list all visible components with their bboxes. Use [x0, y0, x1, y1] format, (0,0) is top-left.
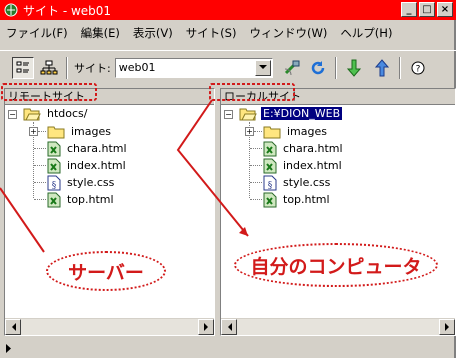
- help-button[interactable]: ?: [407, 57, 429, 79]
- expand-toggle[interactable]: +: [245, 127, 254, 136]
- get-button[interactable]: [343, 57, 365, 79]
- site-window: サイト - web01 _ □ × ファイル(F) 編集(E) 表示(V) サイ…: [0, 0, 456, 358]
- status-bar: [0, 338, 456, 358]
- tree-folder[interactable]: images: [263, 123, 329, 140]
- site-map-button[interactable]: [38, 57, 60, 79]
- tree-item-label: style.css: [283, 176, 331, 189]
- local-site-pane[interactable]: ローカルサイト − E:¥DION_WEB + images chara.htm…: [220, 88, 456, 336]
- tree-folder[interactable]: images: [47, 123, 113, 140]
- tree-file[interactable]: § style.css: [263, 174, 332, 191]
- local-root-label: E:¥DION_WEB: [261, 107, 343, 120]
- arrow-right-icon: [444, 323, 449, 331]
- refresh-icon: [311, 60, 324, 74]
- toolbar: サイト: web01 ?: [0, 50, 456, 84]
- site-map-icon: [40, 60, 58, 74]
- html-file-icon: [47, 158, 61, 173]
- tree-file[interactable]: index.html: [263, 157, 344, 174]
- tree-file[interactable]: top.html: [263, 191, 332, 208]
- title-bar[interactable]: サイト - web01 _ □ ×: [0, 0, 456, 20]
- css-file-icon: §: [263, 175, 277, 191]
- html-file-icon: [47, 141, 61, 156]
- tree-item-label: style.css: [67, 176, 115, 189]
- tree-item-label: top.html: [67, 193, 114, 206]
- maximize-button[interactable]: □: [419, 2, 435, 17]
- window-title: サイト - web01: [23, 3, 112, 18]
- menu-view[interactable]: 表示(V): [133, 25, 173, 41]
- html-file-icon: [263, 158, 277, 173]
- menu-file[interactable]: ファイル(F): [6, 25, 68, 41]
- menu-help[interactable]: ヘルプ(H): [340, 25, 392, 41]
- connect-button[interactable]: [281, 57, 303, 79]
- css-file-icon: §: [47, 175, 61, 191]
- horizontal-scrollbar[interactable]: [5, 318, 214, 335]
- tree-file[interactable]: top.html: [47, 191, 116, 208]
- tree-item-label: index.html: [67, 159, 126, 172]
- put-button[interactable]: [371, 57, 393, 79]
- list-view-icon: [16, 61, 29, 72]
- scroll-left-button[interactable]: [5, 319, 21, 335]
- site-select-dropdown-button[interactable]: [254, 59, 271, 76]
- menu-site[interactable]: サイト(S): [186, 25, 237, 41]
- menu-edit[interactable]: 編集(E): [81, 25, 120, 41]
- collapse-toggle[interactable]: −: [8, 110, 17, 119]
- site-select[interactable]: web01: [114, 57, 273, 78]
- help-icon: ?: [411, 61, 425, 74]
- folder-icon: [263, 126, 281, 138]
- site-label: サイト:: [74, 61, 111, 75]
- chevron-down-icon: [258, 65, 267, 69]
- tree-item-label: top.html: [283, 193, 330, 206]
- tree-item-label: index.html: [283, 159, 342, 172]
- server-callout: サーバー: [46, 251, 166, 291]
- menu-window[interactable]: ウィンドウ(W): [249, 25, 327, 41]
- svg-text:§: §: [268, 181, 273, 191]
- tree-item-label: chara.html: [283, 142, 343, 155]
- tree-item-label: images: [71, 125, 111, 138]
- html-file-icon: [263, 141, 277, 156]
- toolbar-separator: [398, 56, 401, 79]
- collapse-toggle[interactable]: −: [224, 110, 233, 119]
- site-app-icon: [4, 3, 18, 17]
- remote-root-label: htdocs/: [47, 107, 88, 120]
- tree-file[interactable]: chara.html: [263, 140, 345, 157]
- html-file-icon: [47, 192, 61, 207]
- arrow-left-icon: [11, 323, 16, 331]
- scroll-right-button[interactable]: [198, 319, 214, 335]
- tree-item-label: images: [287, 125, 327, 138]
- scroll-left-button[interactable]: [221, 319, 237, 335]
- remote-site-header: リモートサイト: [5, 89, 214, 105]
- html-file-icon: [263, 192, 277, 207]
- connect-icon: [284, 60, 300, 75]
- svg-text:§: §: [52, 181, 57, 191]
- expand-toggle[interactable]: +: [29, 127, 38, 136]
- menu-bar: ファイル(F) 編集(E) 表示(V) サイト(S) ウィンドウ(W) ヘルプ(…: [0, 22, 456, 44]
- close-button[interactable]: ×: [437, 2, 453, 17]
- horizontal-scrollbar[interactable]: [221, 318, 455, 335]
- site-select-value: web01: [118, 61, 156, 74]
- arrow-right-icon: [203, 323, 208, 331]
- svg-text:?: ?: [415, 64, 420, 74]
- tree-item-label: chara.html: [67, 142, 127, 155]
- remote-site-pane[interactable]: リモートサイト − htdocs/ + images chara.html in…: [4, 88, 215, 336]
- expand-panel-icon[interactable]: [6, 343, 12, 353]
- toolbar-separator: [334, 56, 337, 79]
- scroll-right-button[interactable]: [439, 319, 455, 335]
- minimize-button[interactable]: _: [401, 2, 417, 17]
- list-view-button[interactable]: [12, 56, 34, 79]
- remote-root-folder[interactable]: htdocs/: [23, 105, 89, 122]
- tree-file[interactable]: § style.css: [47, 174, 116, 191]
- download-arrow-icon: [346, 59, 361, 77]
- folder-icon: [47, 126, 65, 138]
- local-root-folder[interactable]: E:¥DION_WEB: [239, 105, 343, 122]
- arrow-left-icon: [227, 323, 232, 331]
- local-site-header: ローカルサイト: [221, 89, 455, 105]
- toolbar-separator: [66, 56, 68, 79]
- tree-file[interactable]: index.html: [47, 157, 128, 174]
- open-folder-icon: [23, 108, 41, 120]
- local-computer-callout: 自分のコンピュータ: [234, 243, 438, 287]
- tree-file[interactable]: chara.html: [47, 140, 129, 157]
- open-folder-icon: [239, 108, 257, 120]
- upload-arrow-icon: [374, 58, 389, 76]
- refresh-button[interactable]: [307, 57, 329, 79]
